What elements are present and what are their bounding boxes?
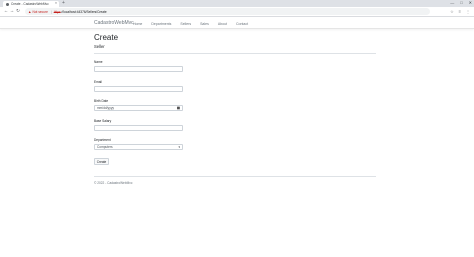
nav-link-about[interactable]: About <box>218 22 227 26</box>
department-selected-value: Computers <box>97 144 113 149</box>
birth-date-placeholder: mm/dd/yyyy <box>97 105 115 110</box>
address-bar[interactable]: ▲ Not secure | https ://localhost:44376/… <box>25 8 430 15</box>
close-window-icon[interactable]: ✕ <box>469 0 472 6</box>
email-group: Email <box>94 80 183 92</box>
reading-list-icon[interactable]: ≡ <box>459 9 461 14</box>
page-subtitle: Seller <box>94 44 105 49</box>
page-title: Create <box>94 33 119 42</box>
department-select[interactable]: Computers ▾ <box>94 143 183 150</box>
nav-link-contact[interactable]: Contact <box>236 22 248 26</box>
email-label: Email <box>94 80 102 84</box>
birth-date-group: Birth Date mm/dd/yyyy ▦ <box>94 99 183 111</box>
calendar-icon[interactable]: ▦ <box>177 106 180 110</box>
address-separator: | <box>50 9 52 14</box>
birth-date-input[interactable]: mm/dd/yyyy ▦ <box>94 104 183 111</box>
nav-link-departments[interactable]: Departments <box>151 22 171 26</box>
favicon-icon <box>6 2 9 6</box>
email-input[interactable] <box>94 85 183 92</box>
reload-icon[interactable]: ↻ <box>15 9 21 14</box>
url-text: ://localhost:44376/Sellers/Create <box>60 9 107 14</box>
base-salary-input[interactable] <box>94 124 183 131</box>
nav-link-sellers[interactable]: Sellers <box>180 22 191 26</box>
tab-title: Create - CadastroWebMvc <box>11 2 49 6</box>
divider <box>94 53 376 54</box>
base-salary-label: Base Salary <box>94 119 112 123</box>
tab-close-icon[interactable]: × <box>55 2 57 6</box>
footer-divider <box>94 176 376 177</box>
nav-link-home[interactable]: Home <box>133 22 142 26</box>
warning-icon[interactable]: ▲ <box>28 10 31 14</box>
browser-tabstrip: Create - CadastroWebMvc × + — □ ✕ <box>0 0 474 7</box>
page-header: Create Seller <box>94 33 376 49</box>
birth-date-label: Birth Date <box>94 99 109 103</box>
star-icon[interactable]: ☆ <box>450 9 454 14</box>
nav-link-sales[interactable]: Sales <box>200 22 209 26</box>
name-label: Name <box>94 60 103 64</box>
navbar-brand[interactable]: CadastroWebMvc <box>94 20 134 26</box>
app-navbar: CadastroWebMvc Home Departments Sellers … <box>0 17 474 29</box>
browser-toolbar: ← → ↻ ▲ Not secure | https ://localhost:… <box>0 7 474 17</box>
toolbar-icons: ☆ ≡ ⋮ <box>450 9 474 14</box>
navbar-links: Home Departments Sellers Sales About Con… <box>133 22 248 26</box>
window-controls: — □ ✕ <box>450 0 472 6</box>
chevron-down-icon: ▾ <box>178 144 180 149</box>
not-secure-label[interactable]: Not secure <box>32 10 47 14</box>
department-group: Department Computers ▾ <box>94 138 183 150</box>
department-label: Department <box>94 138 111 142</box>
maximize-icon[interactable]: □ <box>460 0 462 6</box>
name-input[interactable] <box>94 65 183 72</box>
url-scheme: https <box>53 9 61 14</box>
footer-text: © 2022 - CadastroWebMvc <box>94 181 133 185</box>
name-group: Name <box>94 60 183 72</box>
base-salary-group: Base Salary <box>94 119 183 131</box>
minimize-icon[interactable]: — <box>450 0 454 6</box>
create-button[interactable]: Create <box>94 158 109 165</box>
menu-icon[interactable]: ⋮ <box>466 9 470 14</box>
new-tab-button[interactable]: + <box>62 1 65 6</box>
